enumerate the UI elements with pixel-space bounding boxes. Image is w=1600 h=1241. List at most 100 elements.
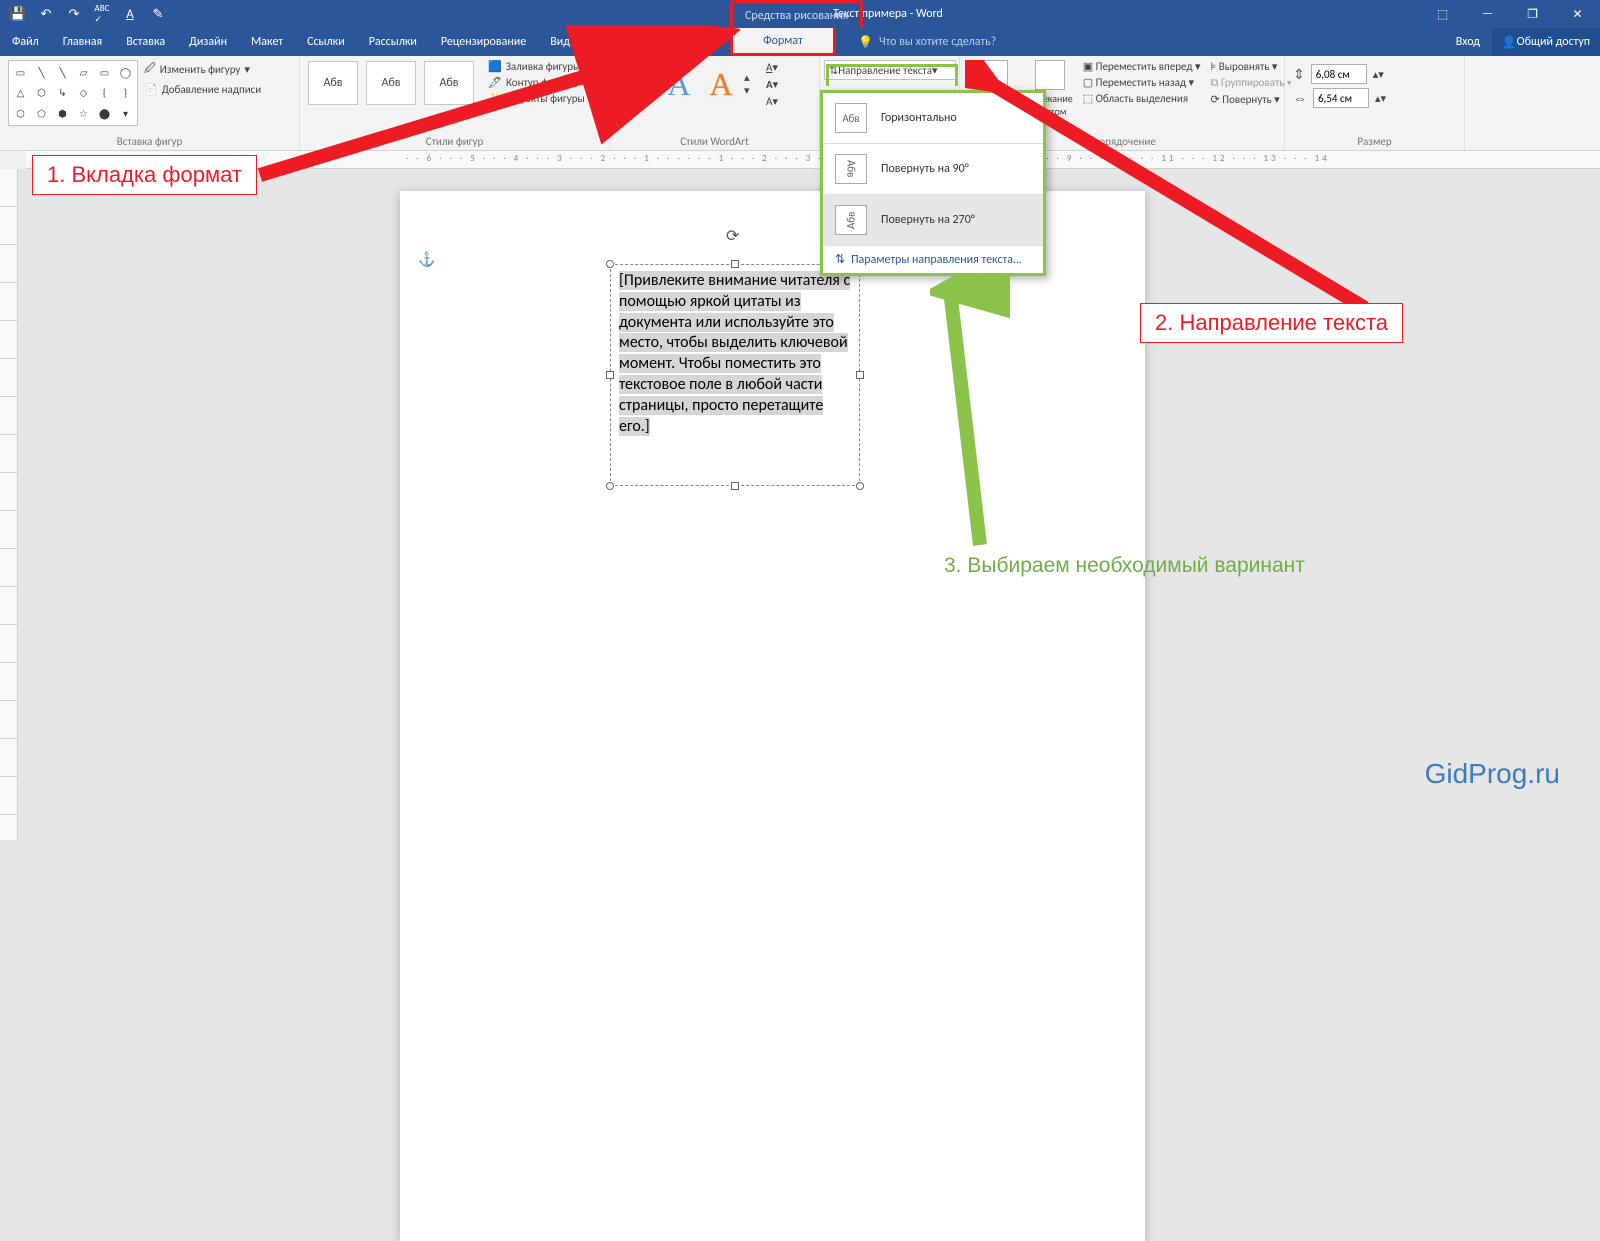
bring-forward-label: Переместить вперед [1096,60,1193,73]
tell-me-label: Что вы хотите сделать? [879,35,996,49]
group-shapes-label: Вставка фигур [8,133,291,148]
annotation-1: 1. Вкладка формат [32,155,257,195]
tab-design[interactable]: Дизайн [177,28,239,56]
tab-home[interactable]: Главная [51,28,114,56]
shape-gallery[interactable]: ▭╲╲▱▭◯ △⬡↳◇{} ⬡⬠⬢☆⬤▾ [8,60,138,126]
resize-handle[interactable] [731,482,739,490]
resize-handle[interactable] [856,482,864,490]
bring-forward-button[interactable]: ▣ Переместить вперед ▾ [1083,60,1201,73]
width-stepper[interactable]: ▴▾ [1375,92,1386,105]
resize-handle[interactable] [731,260,739,268]
shape-outline-button[interactable]: 🖊 Контур фигуры ▾ [488,76,594,89]
style-thumb-2[interactable]: Абв [366,61,416,105]
minimize-icon[interactable]: — [1465,0,1510,28]
paint-icon[interactable]: ✎ [146,2,170,26]
maximize-icon[interactable]: ❐ [1510,0,1555,28]
annotation-3: 3. Выбираем необходимый варинант [930,548,1319,584]
group-objects-label: Группировать [1221,76,1285,89]
textbox[interactable]: [Привлеките внимание читателя с помощью … [610,264,860,486]
tab-format[interactable]: Формат [730,28,836,56]
selection-pane-label: Область выделения [1096,92,1188,105]
dropdown-more-options[interactable]: ⇅ Параметры направления текста... [823,245,1043,273]
ruler-vertical[interactable] [0,169,18,840]
contextual-tab-label: Средства рисования [730,0,863,28]
send-backward-button[interactable]: ▢ Переместить назад ▾ [1083,76,1201,89]
resize-handle[interactable] [856,371,864,379]
group-styles-label: Стили фигур [308,133,601,148]
redo-icon[interactable]: ↷ [62,2,86,26]
tell-me[interactable]: 💡Что вы хотите сделать? [858,28,996,56]
align-button[interactable]: ⊧ Выровнять ▾ [1211,60,1292,73]
height-input[interactable] [1311,64,1367,84]
text-fill-icon[interactable]: A▾ [766,61,778,74]
height-icon: ⇕ [1293,66,1305,83]
resize-handle[interactable] [606,371,614,379]
rotate90-icon: Абв [835,154,867,184]
dropdown-rotate270-label: Повернуть на 270° [881,213,975,227]
textbox-content[interactable]: [Привлеките внимание читателя с помощью … [611,265,859,443]
wordart-style-3[interactable]: A [702,60,740,108]
selection-pane-button[interactable]: ⬚ Область выделения [1083,92,1201,105]
share-button[interactable]: 👤 Общий доступ [1492,28,1600,56]
ruler-horizontal[interactable] [26,151,1600,169]
send-backward-label: Переместить назад [1096,76,1186,89]
width-icon: ⇔ [1293,90,1307,107]
dropdown-horizontal-label: Горизонтально [881,111,957,125]
tab-file[interactable]: Файл [0,28,51,56]
font-color-icon[interactable]: A [118,2,142,26]
text-outline-icon[interactable]: A▾ [766,78,778,91]
shape-outline-label: Контур фигуры [506,76,576,89]
dropdown-item-horizontal[interactable]: Абв Горизонтально [823,93,1043,143]
wordart-style-2[interactable]: A [660,60,698,108]
height-stepper[interactable]: ▴▾ [1373,68,1384,81]
tab-mailings[interactable]: Рассылки [357,28,429,56]
group-size-label: Размер [1293,133,1456,148]
anchor-icon[interactable]: ⚓ [418,251,435,268]
edit-shape-button[interactable]: 🖉 Изменить фигуру ▾ [144,60,261,79]
login-link[interactable]: Вход [1456,28,1480,56]
add-text-label: Добавление надписи [162,83,262,96]
tab-review[interactable]: Рецензирование [429,28,538,56]
rotate-label: Повернуть [1222,93,1271,106]
rotate270-icon: Абв [835,205,867,235]
group-button[interactable]: ⧉ Группировать ▾ [1211,76,1292,90]
dropdown-item-rotate270[interactable]: Абв Повернуть на 270° [823,194,1043,245]
edit-shape-label: Изменить фигуру [160,63,241,76]
style-thumb-1[interactable]: Абв [308,61,358,105]
tab-view[interactable]: Вид [538,28,582,56]
ribbon-options-icon[interactable]: ⬚ [1420,0,1465,28]
window-title: Текст примера - Word [176,7,1600,21]
shape-fill-label: Заливка фигуры [506,60,581,73]
shape-effects-button[interactable]: ✨ Эффекты фигуры ▾ [488,92,594,105]
rotate-button[interactable]: ⟳ Повернуть ▾ [1211,93,1292,106]
wordart-style-1[interactable]: A [618,60,656,108]
save-icon[interactable]: 💾 [6,2,30,26]
dropdown-header-highlight [826,64,958,86]
tab-insert[interactable]: Вставка [114,28,177,56]
position-icon [978,60,1008,90]
horizontal-icon: Абв [835,103,867,133]
undo-icon[interactable]: ↶ [34,2,58,26]
tab-references[interactable]: Ссылки [295,28,357,56]
wordart-more-icon[interactable]: ▴▾ [744,71,758,97]
width-input[interactable] [1313,88,1369,108]
text-effects-icon[interactable]: A▾ [766,95,778,108]
share-label: Общий доступ [1517,35,1590,49]
wrap-icon [1035,60,1065,90]
watermark: GidProg.ru [1425,758,1560,790]
spell-icon[interactable]: ABC✓ [90,2,114,26]
resize-handle[interactable] [606,260,614,268]
share-icon: 👤 [1502,35,1517,50]
style-thumb-3[interactable]: Абв [424,61,474,105]
ruler-corner [0,151,26,169]
rotate-handle-icon[interactable]: ⟳ [726,226,739,246]
dropdown-item-rotate90[interactable]: Абв Повернуть на 90° [823,143,1043,194]
text-direction-dropdown: Абв Горизонтально Абв Повернуть на 90° А… [820,90,1046,276]
dropdown-rotate90-label: Повернуть на 90° [881,162,969,176]
resize-handle[interactable] [606,482,614,490]
add-text-button[interactable]: 📄 Добавление надписи [144,83,261,96]
shape-fill-button[interactable]: 🟦 Заливка фигуры [488,60,594,73]
close-icon[interactable]: ✕ [1555,0,1600,28]
dropdown-more-label: Параметры направления текста... [851,253,1022,267]
tab-layout[interactable]: Макет [239,28,295,56]
